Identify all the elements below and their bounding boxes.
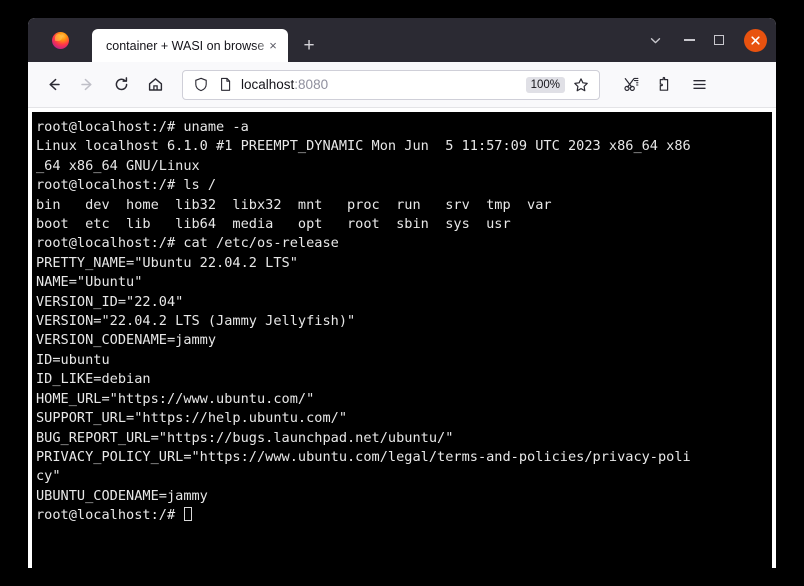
- screenshot-button[interactable]: [614, 68, 648, 102]
- terminal-prompt-line: root@localhost:/#: [36, 506, 772, 525]
- minimize-icon: [683, 39, 695, 41]
- close-icon: [743, 28, 767, 52]
- hamburger-menu-icon: [692, 80, 706, 89]
- shield-icon[interactable]: [189, 74, 213, 96]
- tab-bar: container + WASI on browser × +: [28, 18, 776, 62]
- url-port: :8080: [294, 77, 329, 92]
- terminal-line: BUG_REPORT_URL="https://bugs.launchpad.n…: [36, 429, 454, 446]
- browser-window: container + WASI on browser × + localhos…: [28, 18, 776, 568]
- terminal-line: VERSION_ID="22.04": [36, 293, 184, 310]
- terminal-line: NAME="Ubuntu": [36, 274, 143, 291]
- reload-button[interactable]: [104, 68, 138, 102]
- terminal-line: root@localhost:/# uname -a: [36, 119, 249, 135]
- terminal-line: ID_LIKE=debian: [36, 371, 151, 388]
- terminal-emulator[interactable]: root@localhost:/# uname -a Linux localhos…: [32, 112, 772, 568]
- terminal-line: SUPPORT_URL="https://help.ubuntu.com/": [36, 410, 347, 427]
- extensions-button[interactable]: [648, 68, 682, 102]
- tab-close-icon[interactable]: ×: [264, 37, 282, 55]
- terminal-line: cy": [36, 468, 61, 485]
- url-host: localhost: [241, 77, 295, 92]
- back-button[interactable]: [36, 68, 70, 102]
- window-controls: [636, 18, 776, 62]
- toolbar-extras: [614, 68, 716, 102]
- address-bar[interactable]: localhost:8080 100%: [182, 69, 600, 100]
- forward-button: [70, 68, 104, 102]
- close-window-button[interactable]: [734, 18, 776, 62]
- zoom-level-indicator[interactable]: 100%: [525, 76, 565, 93]
- terminal-line: bin dev home lib32 libx32 mnt proc run s…: [36, 196, 552, 213]
- puzzle-piece-icon: [659, 76, 668, 91]
- terminal-line: PRIVACY_POLICY_URL="https://www.ubuntu.c…: [36, 448, 691, 465]
- terminal-line: _64 x86_64 GNU/Linux: [36, 157, 200, 174]
- terminal-line: VERSION="22.04.2 LTS (Jammy Jellyfish)": [36, 313, 356, 330]
- terminal-prompt: root@localhost:/#: [36, 507, 184, 524]
- list-all-tabs-button[interactable]: [636, 18, 674, 62]
- browser-tab[interactable]: container + WASI on browser ×: [92, 29, 288, 62]
- new-tab-button[interactable]: +: [292, 29, 326, 62]
- navigation-toolbar: localhost:8080 100%: [28, 62, 776, 108]
- app-menu-button[interactable]: [682, 68, 716, 102]
- page-info-icon[interactable]: [213, 74, 237, 96]
- home-button[interactable]: [138, 68, 172, 102]
- tab-title: container + WASI on browser: [106, 38, 264, 53]
- desktop-backdrop: container + WASI on browser × + localhos…: [0, 0, 804, 586]
- terminal-line: PRETTY_NAME="Ubuntu 22.04.2 LTS": [36, 254, 298, 271]
- forward-icon: [80, 78, 92, 91]
- browser-brand: [28, 18, 92, 62]
- maximize-icon: [714, 35, 724, 45]
- back-icon: [48, 78, 60, 91]
- terminal-cursor: [184, 507, 193, 522]
- terminal-line: Linux localhost 6.1.0 #1 PREEMPT_DYNAMIC…: [36, 138, 691, 155]
- scissors-icon: [623, 77, 638, 91]
- terminal-line: boot etc lib lib64 media opt root sbin s…: [36, 216, 511, 233]
- page-content: root@localhost:/# uname -a Linux localhos…: [28, 108, 776, 568]
- minimize-button[interactable]: [674, 18, 704, 62]
- maximize-button[interactable]: [704, 18, 734, 62]
- terminal-line: ID=ubuntu: [36, 351, 110, 368]
- bookmark-star-icon[interactable]: [569, 73, 593, 97]
- home-icon: [148, 78, 162, 91]
- chevron-down-icon: [650, 37, 660, 43]
- terminal-line: UBUNTU_CODENAME=jammy: [36, 487, 208, 504]
- url-text: localhost:8080: [237, 77, 526, 92]
- terminal-line: VERSION_CODENAME=jammy: [36, 332, 217, 349]
- reload-icon: [115, 77, 127, 91]
- firefox-logo-icon: [51, 31, 69, 49]
- terminal-line: root@localhost:/# cat /etc/os-release: [36, 235, 339, 252]
- terminal-line: HOME_URL="https://www.ubuntu.com/": [36, 390, 315, 407]
- terminal-line: root@localhost:/# ls /: [36, 177, 217, 194]
